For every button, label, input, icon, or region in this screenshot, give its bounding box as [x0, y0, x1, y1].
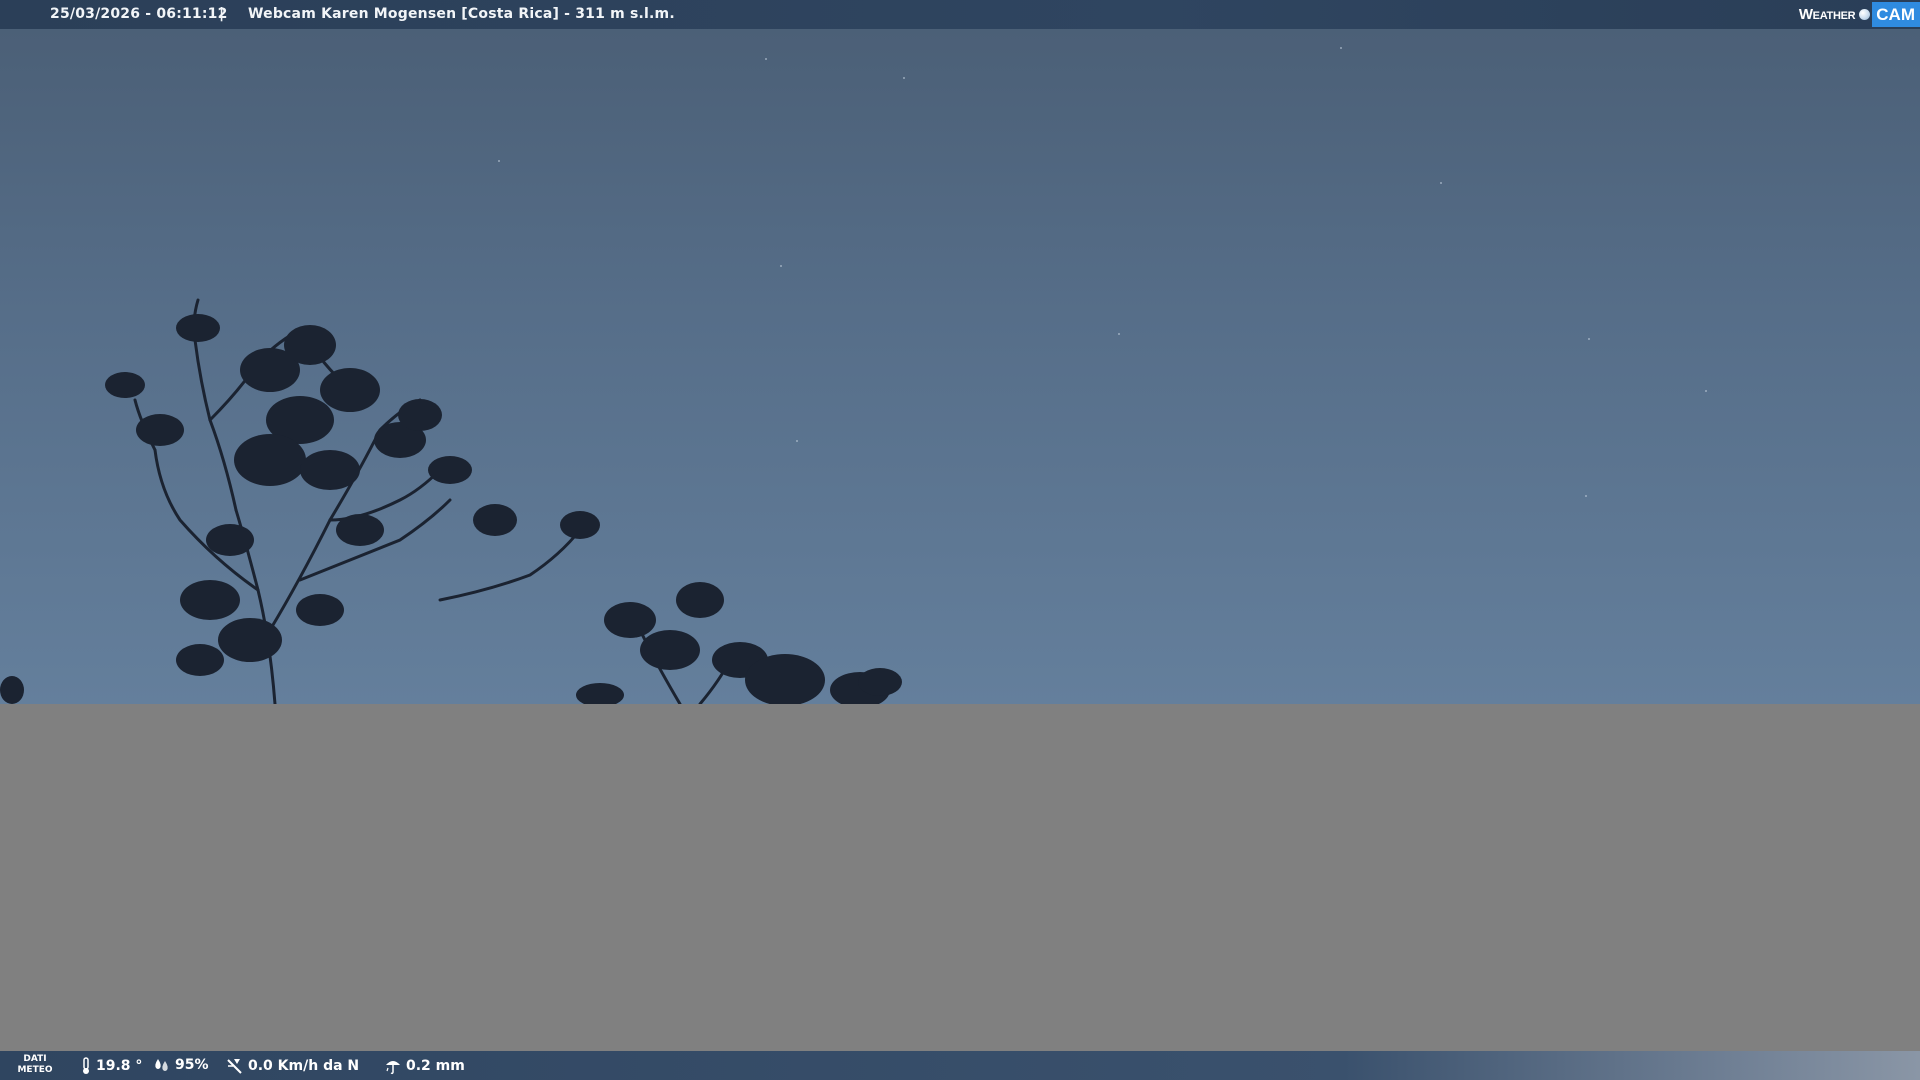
logo-weather-text: Weather	[1798, 6, 1856, 23]
humidity-value: 95%	[175, 1057, 209, 1073]
humidity-reading: 95%	[153, 1057, 209, 1073]
separator: |	[219, 6, 225, 22]
webcam-frame: 25/03/2026 - 06:11:12 | Webcam Karen Mog…	[0, 0, 1920, 1080]
weather-data-label: DATI METEO	[16, 1054, 54, 1076]
temperature-value: 19.8 °	[96, 1058, 143, 1074]
rain-icon	[386, 1061, 400, 1075]
logo-cam-text: CAM	[1872, 2, 1920, 27]
weather-data-bar: DATI METEO 19.8 ° 95% 0.0 Km/h da N 0.2 …	[0, 1051, 1920, 1080]
label-line2: METEO	[17, 1065, 53, 1075]
wind-reading: 0.0 Km/h da N	[226, 1057, 359, 1075]
thermometer-icon	[83, 1057, 89, 1074]
temperature-reading: 19.8 °	[80, 1057, 142, 1075]
globe-icon	[1859, 9, 1871, 20]
tree-silhouette	[0, 298, 902, 704]
gray-image-area	[0, 704, 1920, 1051]
webcam-title: Webcam Karen Mogensen [Costa Rica] - 311…	[248, 6, 675, 22]
label-line1: DATI	[23, 1054, 47, 1064]
rain-reading: 0.2 mm	[384, 1057, 465, 1075]
wind-icon	[227, 1059, 242, 1074]
top-info-bar: 25/03/2026 - 06:11:12 | Webcam Karen Mog…	[0, 0, 1920, 29]
weathercam-logo[interactable]: Weather CAM	[1799, 0, 1920, 29]
datetime-label: 25/03/2026 - 06:11:12	[50, 6, 228, 22]
rain-value: 0.2 mm	[406, 1058, 465, 1074]
wind-value: 0.0 Km/h da N	[248, 1058, 360, 1074]
humidity-drops-icon	[155, 1059, 168, 1071]
